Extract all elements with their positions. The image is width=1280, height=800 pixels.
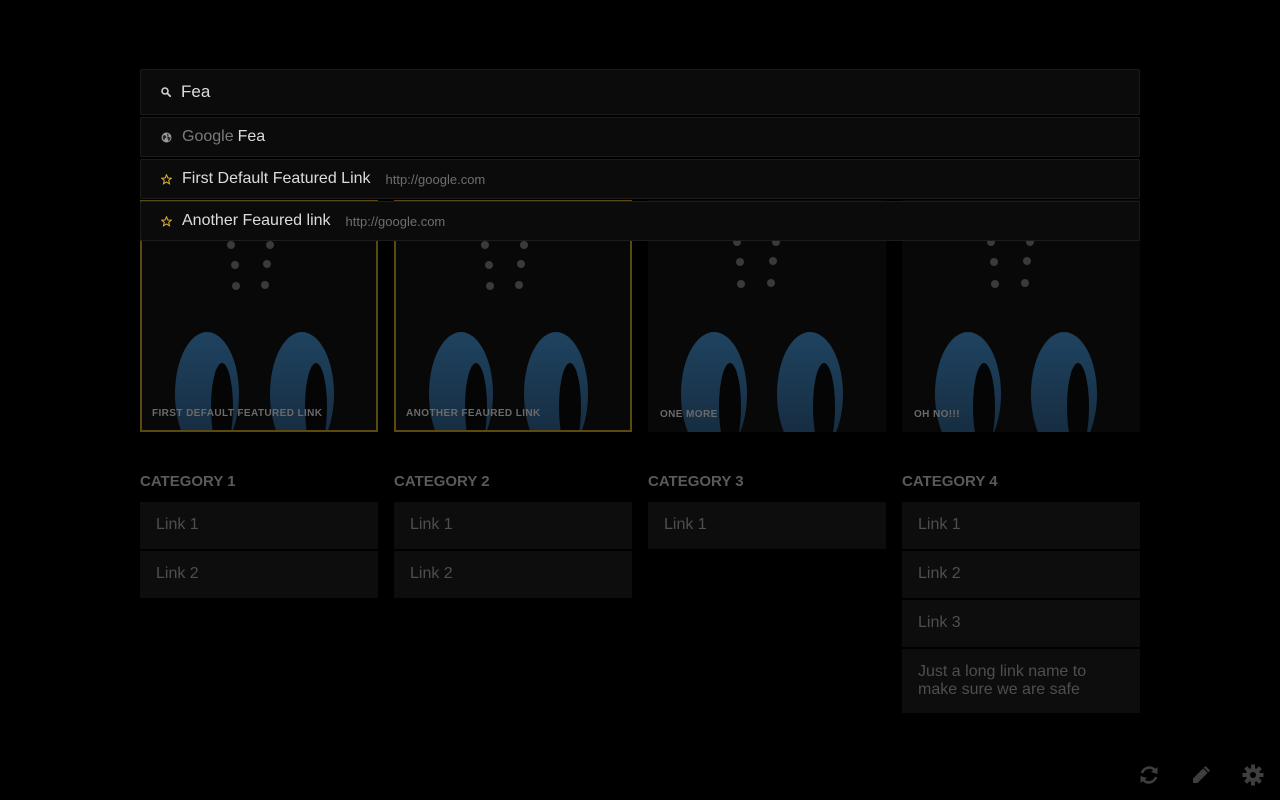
star-icon	[161, 173, 172, 185]
category-link[interactable]: Link 2	[394, 551, 632, 598]
category-column: CATEGORY 2 Link 1 Link 2	[394, 474, 632, 600]
search-query-text: Fea	[237, 128, 266, 145]
category-title: CATEGORY 4	[902, 473, 998, 490]
category-link[interactable]: Link 1	[902, 502, 1140, 549]
settings-button[interactable]	[1242, 764, 1266, 788]
edit-button[interactable]	[1190, 764, 1214, 788]
search-icon	[161, 87, 171, 97]
refresh-icon	[1140, 766, 1158, 784]
category-title: CATEGORY 1	[140, 473, 236, 490]
category-title: CATEGORY 2	[394, 473, 490, 490]
suggestion-featured-link[interactable]: Another Feaured link http://google.com	[140, 201, 1140, 241]
card-label: ONE MORE	[660, 409, 718, 420]
card-label: ANOTHER FEAURED LINK	[406, 408, 541, 419]
category-link[interactable]: Link 1	[648, 502, 886, 549]
card-label: OH NO!!!	[914, 409, 960, 420]
suggestion-featured-link[interactable]: First Default Featured Link http://googl…	[140, 159, 1140, 199]
category-link[interactable]: Link 3	[902, 600, 1140, 647]
suggestion-url: http://google.com	[345, 213, 446, 229]
search-input[interactable]	[181, 82, 1081, 102]
category-column: CATEGORY 4 Link 1 Link 2 Link 3 Just a l…	[902, 474, 1140, 715]
category-title: CATEGORY 3	[648, 473, 744, 490]
suggestion-list: Google Fea First Default Featured Link h…	[140, 117, 1140, 243]
card-label: FIRST DEFAULT FEATURED LINK	[152, 408, 323, 419]
category-link[interactable]: Link 2	[902, 551, 1140, 598]
star-icon	[161, 215, 172, 227]
suggestion-search-google[interactable]: Google Fea	[140, 117, 1140, 157]
category-link[interactable]: Link 2	[140, 551, 378, 598]
search-bar[interactable]	[140, 69, 1140, 115]
globe-icon	[161, 132, 172, 143]
suggestion-title: Another Feaured link	[182, 212, 331, 229]
gear-icon	[1242, 764, 1264, 786]
category-link[interactable]: Just a long link name to make sure we ar…	[902, 649, 1140, 713]
toolbar	[1138, 764, 1266, 788]
suggestion-title: First Default Featured Link	[182, 170, 371, 187]
category-column: CATEGORY 3 Link 1	[648, 474, 886, 551]
suggestion-url: http://google.com	[385, 171, 486, 187]
category-link[interactable]: Link 1	[394, 502, 632, 549]
refresh-button[interactable]	[1138, 764, 1162, 788]
pencil-icon	[1193, 766, 1210, 783]
category-column: CATEGORY 1 Link 1 Link 2	[140, 474, 378, 600]
search-engine-name: Google	[182, 128, 234, 145]
category-link[interactable]: Link 1	[140, 502, 378, 549]
